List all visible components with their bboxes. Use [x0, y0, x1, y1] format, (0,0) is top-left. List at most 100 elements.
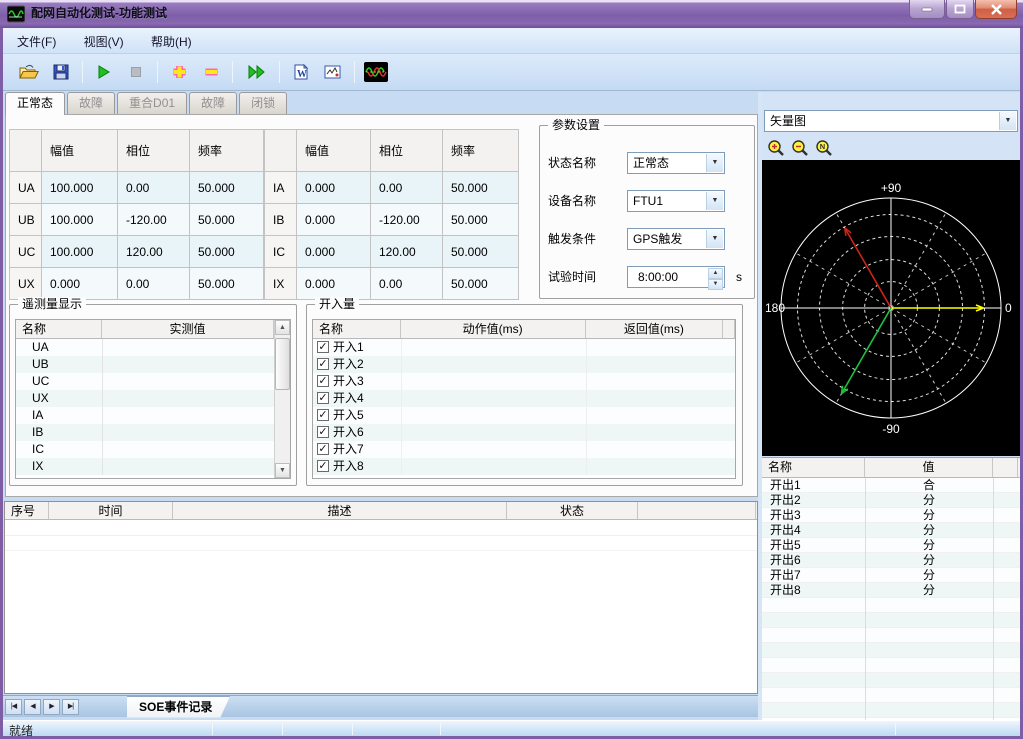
- menu-file[interactable]: 文件(F): [7, 28, 66, 55]
- maximize-button[interactable]: [946, 0, 974, 19]
- export-word-button[interactable]: W: [287, 59, 315, 85]
- output-name: [762, 613, 865, 627]
- phasor-cell[interactable]: 0.000: [297, 236, 371, 268]
- phasor-cell[interactable]: 0.000: [297, 172, 371, 204]
- spin-down-icon[interactable]: ▼: [708, 279, 723, 290]
- vertical-scrollbar[interactable]: ▲ ▼: [274, 320, 290, 478]
- svg-text:W: W: [297, 69, 307, 80]
- phasor-cell[interactable]: 100.000: [42, 172, 118, 204]
- state-name-combo[interactable]: 正常态▼: [627, 152, 725, 174]
- checkbox-checked[interactable]: ✓: [317, 460, 329, 472]
- phasor-cell[interactable]: 0.00: [371, 268, 443, 300]
- minimize-button[interactable]: [909, 0, 945, 19]
- col-value: 值: [865, 458, 993, 477]
- run-button[interactable]: [90, 59, 118, 85]
- titlebar: 配网自动化测试-功能测试: [0, 0, 1023, 28]
- toolbar-separator: [279, 61, 280, 83]
- phasor-cell[interactable]: 0.00: [118, 268, 190, 300]
- chevron-down-icon[interactable]: ▼: [706, 154, 723, 172]
- empty-row: [762, 643, 1020, 658]
- phasor-cell[interactable]: 0.00: [118, 172, 190, 204]
- device-name-combo[interactable]: FTU1▼: [627, 190, 725, 212]
- nav-prev-icon[interactable]: ◀: [24, 699, 41, 715]
- phasor-cell[interactable]: 50.000: [190, 204, 264, 236]
- phasor-cell[interactable]: 50.000: [190, 268, 264, 300]
- output-row: 开出3分: [762, 508, 1020, 523]
- zoom-reset-icon[interactable]: N: [812, 137, 836, 159]
- oscilloscope-button[interactable]: [362, 59, 390, 85]
- phasor-cell[interactable]: -120.00: [371, 204, 443, 236]
- phasor-cell[interactable]: 50.000: [443, 236, 519, 268]
- chevron-down-icon[interactable]: ▼: [999, 112, 1016, 130]
- open-button[interactable]: [15, 59, 43, 85]
- phasor-cell[interactable]: 120.00: [371, 236, 443, 268]
- vector-diagram-canvas: +90 180 0 -90: [762, 160, 1020, 456]
- phasor-cell[interactable]: 100.000: [42, 204, 118, 236]
- nav-next-icon[interactable]: ▶: [43, 699, 60, 715]
- phasor-cell[interactable]: 0.000: [42, 268, 118, 300]
- zoom-in-icon[interactable]: [764, 137, 788, 159]
- phasor-cell[interactable]: 0.000: [297, 268, 371, 300]
- output-row: 开出5分: [762, 538, 1020, 553]
- test-time-label: 试验时间: [548, 266, 618, 288]
- chevron-down-icon[interactable]: ▼: [706, 230, 723, 248]
- checkbox-checked[interactable]: ✓: [317, 426, 329, 438]
- menu-help[interactable]: 帮助(H): [141, 28, 202, 55]
- empty-row: [762, 703, 1020, 718]
- svg-text:N: N: [820, 142, 825, 151]
- action-value: [401, 373, 586, 390]
- telemetry-row: UC: [16, 373, 102, 390]
- phasor-cell[interactable]: 120.00: [118, 236, 190, 268]
- phasor-cell[interactable]: 50.000: [443, 172, 519, 204]
- checkbox-checked[interactable]: ✓: [317, 341, 329, 353]
- checkbox-checked[interactable]: ✓: [317, 409, 329, 421]
- spin-up-icon[interactable]: ▲: [708, 268, 723, 279]
- checkbox-checked[interactable]: ✓: [317, 392, 329, 404]
- output-name: [762, 703, 865, 717]
- checkbox-checked[interactable]: ✓: [317, 358, 329, 370]
- save-button[interactable]: [47, 59, 75, 85]
- zoom-out-icon[interactable]: [788, 137, 812, 159]
- phasor-cell[interactable]: 50.000: [190, 172, 264, 204]
- telemetry-row: IX: [16, 458, 102, 475]
- trigger-combo[interactable]: GPS触发▼: [627, 228, 725, 250]
- col-time: 时间: [49, 502, 173, 519]
- add-state-button[interactable]: [165, 59, 193, 85]
- view-selector-combo[interactable]: 矢量图 ▼: [764, 110, 1018, 132]
- checkbox-checked[interactable]: ✓: [317, 443, 329, 455]
- scroll-up-icon[interactable]: ▲: [275, 320, 290, 335]
- phasor-cell[interactable]: 100.000: [42, 236, 118, 268]
- tab-fault-2[interactable]: 故障: [189, 92, 237, 114]
- phasor-cell[interactable]: 0.000: [297, 204, 371, 236]
- test-time-spinner[interactable]: 8:00:00 ▲▼: [627, 266, 725, 288]
- stop-button[interactable]: [122, 59, 150, 85]
- phasor-cell[interactable]: 50.000: [190, 236, 264, 268]
- remove-state-button[interactable]: [197, 59, 225, 85]
- telemetry-row: UB: [16, 356, 102, 373]
- output-name: 开出3: [762, 508, 865, 522]
- phasor-cell[interactable]: 0.00: [371, 172, 443, 204]
- tab-lockout[interactable]: 闭锁: [239, 92, 287, 114]
- chevron-down-icon[interactable]: ▼: [706, 192, 723, 210]
- nav-last-icon[interactable]: ▶|: [62, 699, 79, 715]
- status-separator: [212, 723, 213, 735]
- nav-first-icon[interactable]: |◀: [5, 699, 22, 715]
- phasor-cell[interactable]: 50.000: [443, 204, 519, 236]
- scroll-down-icon[interactable]: ▼: [275, 463, 290, 478]
- tab-fault-1[interactable]: 故障: [67, 92, 115, 114]
- menu-view[interactable]: 视图(V): [74, 28, 134, 55]
- row-header: IA: [265, 172, 297, 204]
- empty-row: [762, 673, 1020, 688]
- phasor-cell[interactable]: 50.000: [443, 268, 519, 300]
- tab-reclose-d01[interactable]: 重合D01: [117, 92, 187, 114]
- tab-soe-events[interactable]: SOE事件记录: [127, 696, 230, 718]
- scroll-thumb[interactable]: [275, 338, 290, 390]
- phasor-cell[interactable]: -120.00: [118, 204, 190, 236]
- output-row: 开出7分: [762, 568, 1020, 583]
- tab-normal-state[interactable]: 正常态: [5, 92, 65, 115]
- run-all-button[interactable]: [240, 59, 272, 85]
- empty-row: [5, 536, 757, 551]
- checkbox-checked[interactable]: ✓: [317, 375, 329, 387]
- report-view-button[interactable]: [319, 59, 347, 85]
- close-button[interactable]: [975, 0, 1017, 19]
